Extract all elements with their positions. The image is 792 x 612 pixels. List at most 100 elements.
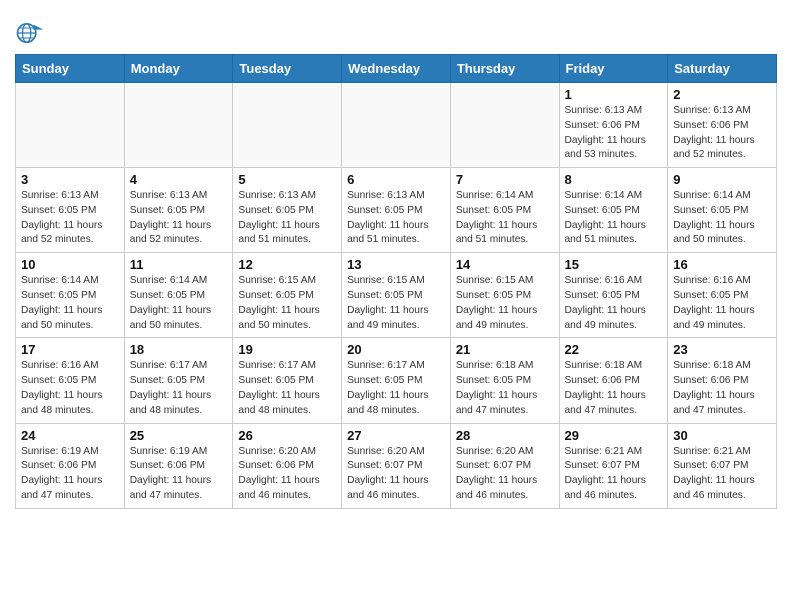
page: SundayMondayTuesdayWednesdayThursdayFrid… xyxy=(0,0,792,524)
day-info: Sunrise: 6:20 AM Sunset: 6:07 PM Dayligh… xyxy=(347,445,445,504)
day-header-thursday: Thursday xyxy=(450,55,559,83)
day-cell: 15 Sunrise: 6:16 AM Sunset: 6:05 PM Dayli… xyxy=(559,253,668,338)
day-cell: 25 Sunrise: 6:19 AM Sunset: 6:06 PM Dayli… xyxy=(124,423,233,508)
day-info: Sunrise: 6:17 AM Sunset: 6:05 PM Dayligh… xyxy=(130,359,228,418)
week-row-5: 24Sunrise: 6:19 AM Sunset: 6:06 PM Dayli… xyxy=(16,423,777,508)
day-cell xyxy=(124,83,233,168)
day-cell: 14 Sunrise: 6:15 AM Sunset: 6:05 PM Dayli… xyxy=(450,253,559,338)
day-info: Sunrise: 6:19 AM Sunset: 6:06 PM Dayligh… xyxy=(130,445,228,504)
day-cell: 9 Sunrise: 6:14 AM Sunset: 6:05 PM Daylig… xyxy=(668,168,777,253)
day-info: Sunrise: 6:14 AM Sunset: 6:05 PM Dayligh… xyxy=(565,189,663,248)
day-cell xyxy=(233,83,342,168)
day-cell: 27Sunrise: 6:20 AM Sunset: 6:07 PM Dayli… xyxy=(342,423,451,508)
day-info: Sunrise: 6:13 AM Sunset: 6:05 PM Dayligh… xyxy=(347,189,445,248)
day-cell: 7 Sunrise: 6:14 AM Sunset: 6:05 PM Daylig… xyxy=(450,168,559,253)
day-number: 29 xyxy=(565,428,663,443)
day-number: 18 xyxy=(130,342,228,357)
day-info: Sunrise: 6:19 AM Sunset: 6:06 PM Dayligh… xyxy=(21,445,119,504)
day-number: 11 xyxy=(130,257,228,272)
day-cell: 3Sunrise: 6:13 AM Sunset: 6:05 PM Daylig… xyxy=(16,168,125,253)
day-cell: 30 Sunrise: 6:21 AM Sunset: 6:07 PM Dayli… xyxy=(668,423,777,508)
day-cell: 8 Sunrise: 6:14 AM Sunset: 6:05 PM Daylig… xyxy=(559,168,668,253)
day-cell: 11Sunrise: 6:14 AM Sunset: 6:05 PM Dayli… xyxy=(124,253,233,338)
day-info: Sunrise: 6:13 AM Sunset: 6:06 PM Dayligh… xyxy=(673,104,771,163)
week-row-3: 10 Sunrise: 6:14 AM Sunset: 6:05 PM Dayli… xyxy=(16,253,777,338)
day-info: Sunrise: 6:20 AM Sunset: 6:06 PM Dayligh… xyxy=(238,445,336,504)
day-cell xyxy=(450,83,559,168)
day-cell: 17Sunrise: 6:16 AM Sunset: 6:05 PM Dayli… xyxy=(16,338,125,423)
day-number: 14 xyxy=(456,257,554,272)
day-number: 4 xyxy=(130,172,228,187)
day-info: Sunrise: 6:15 AM Sunset: 6:05 PM Dayligh… xyxy=(238,274,336,333)
calendar-body: 1 Sunrise: 6:13 AM Sunset: 6:06 PM Daylig… xyxy=(16,83,777,509)
day-cell: 6 Sunrise: 6:13 AM Sunset: 6:05 PM Daylig… xyxy=(342,168,451,253)
logo-icon xyxy=(15,18,45,48)
day-cell: 16 Sunrise: 6:16 AM Sunset: 6:05 PM Dayli… xyxy=(668,253,777,338)
week-row-2: 3Sunrise: 6:13 AM Sunset: 6:05 PM Daylig… xyxy=(16,168,777,253)
day-info: Sunrise: 6:15 AM Sunset: 6:05 PM Dayligh… xyxy=(347,274,445,333)
day-header-friday: Friday xyxy=(559,55,668,83)
day-cell: 18 Sunrise: 6:17 AM Sunset: 6:05 PM Dayli… xyxy=(124,338,233,423)
day-number: 23 xyxy=(673,342,771,357)
day-info: Sunrise: 6:14 AM Sunset: 6:05 PM Dayligh… xyxy=(673,189,771,248)
calendar-table: SundayMondayTuesdayWednesdayThursdayFrid… xyxy=(15,54,777,509)
day-info: Sunrise: 6:13 AM Sunset: 6:05 PM Dayligh… xyxy=(130,189,228,248)
day-number: 13 xyxy=(347,257,445,272)
day-number: 10 xyxy=(21,257,119,272)
day-info: Sunrise: 6:16 AM Sunset: 6:05 PM Dayligh… xyxy=(21,359,119,418)
calendar-header: SundayMondayTuesdayWednesdayThursdayFrid… xyxy=(16,55,777,83)
day-info: Sunrise: 6:21 AM Sunset: 6:07 PM Dayligh… xyxy=(673,445,771,504)
day-info: Sunrise: 6:21 AM Sunset: 6:07 PM Dayligh… xyxy=(565,445,663,504)
day-info: Sunrise: 6:16 AM Sunset: 6:05 PM Dayligh… xyxy=(565,274,663,333)
day-cell: 28Sunrise: 6:20 AM Sunset: 6:07 PM Dayli… xyxy=(450,423,559,508)
day-number: 2 xyxy=(673,87,771,102)
day-number: 22 xyxy=(565,342,663,357)
day-header-tuesday: Tuesday xyxy=(233,55,342,83)
day-number: 25 xyxy=(130,428,228,443)
day-info: Sunrise: 6:13 AM Sunset: 6:06 PM Dayligh… xyxy=(565,104,663,163)
day-number: 19 xyxy=(238,342,336,357)
day-cell xyxy=(342,83,451,168)
day-cell: 5 Sunrise: 6:13 AM Sunset: 6:05 PM Daylig… xyxy=(233,168,342,253)
day-cell: 26 Sunrise: 6:20 AM Sunset: 6:06 PM Dayli… xyxy=(233,423,342,508)
day-number: 8 xyxy=(565,172,663,187)
day-number: 16 xyxy=(673,257,771,272)
day-cell: 13 Sunrise: 6:15 AM Sunset: 6:05 PM Dayli… xyxy=(342,253,451,338)
day-cell: 21Sunrise: 6:18 AM Sunset: 6:05 PM Dayli… xyxy=(450,338,559,423)
day-cell: 29 Sunrise: 6:21 AM Sunset: 6:07 PM Dayli… xyxy=(559,423,668,508)
day-number: 7 xyxy=(456,172,554,187)
week-row-4: 17Sunrise: 6:16 AM Sunset: 6:05 PM Dayli… xyxy=(16,338,777,423)
day-number: 15 xyxy=(565,257,663,272)
day-info: Sunrise: 6:13 AM Sunset: 6:05 PM Dayligh… xyxy=(238,189,336,248)
logo xyxy=(15,18,49,48)
day-header-saturday: Saturday xyxy=(668,55,777,83)
day-info: Sunrise: 6:17 AM Sunset: 6:05 PM Dayligh… xyxy=(238,359,336,418)
day-number: 9 xyxy=(673,172,771,187)
day-cell: 22Sunrise: 6:18 AM Sunset: 6:06 PM Dayli… xyxy=(559,338,668,423)
day-cell: 24Sunrise: 6:19 AM Sunset: 6:06 PM Dayli… xyxy=(16,423,125,508)
day-info: Sunrise: 6:14 AM Sunset: 6:05 PM Dayligh… xyxy=(456,189,554,248)
day-header-sunday: Sunday xyxy=(16,55,125,83)
day-number: 1 xyxy=(565,87,663,102)
day-cell: 19 Sunrise: 6:17 AM Sunset: 6:05 PM Dayli… xyxy=(233,338,342,423)
header-row: SundayMondayTuesdayWednesdayThursdayFrid… xyxy=(16,55,777,83)
week-row-1: 1 Sunrise: 6:13 AM Sunset: 6:06 PM Daylig… xyxy=(16,83,777,168)
day-number: 6 xyxy=(347,172,445,187)
day-info: Sunrise: 6:16 AM Sunset: 6:05 PM Dayligh… xyxy=(673,274,771,333)
day-cell: 4 Sunrise: 6:13 AM Sunset: 6:05 PM Daylig… xyxy=(124,168,233,253)
day-info: Sunrise: 6:14 AM Sunset: 6:05 PM Dayligh… xyxy=(21,274,119,333)
day-info: Sunrise: 6:13 AM Sunset: 6:05 PM Dayligh… xyxy=(21,189,119,248)
day-number: 30 xyxy=(673,428,771,443)
header xyxy=(15,10,777,48)
day-cell: 20Sunrise: 6:17 AM Sunset: 6:05 PM Dayli… xyxy=(342,338,451,423)
day-info: Sunrise: 6:18 AM Sunset: 6:06 PM Dayligh… xyxy=(673,359,771,418)
day-number: 26 xyxy=(238,428,336,443)
day-info: Sunrise: 6:15 AM Sunset: 6:05 PM Dayligh… xyxy=(456,274,554,333)
day-header-monday: Monday xyxy=(124,55,233,83)
day-number: 5 xyxy=(238,172,336,187)
day-cell: 2 Sunrise: 6:13 AM Sunset: 6:06 PM Daylig… xyxy=(668,83,777,168)
day-cell: 1 Sunrise: 6:13 AM Sunset: 6:06 PM Daylig… xyxy=(559,83,668,168)
day-info: Sunrise: 6:20 AM Sunset: 6:07 PM Dayligh… xyxy=(456,445,554,504)
day-number: 21 xyxy=(456,342,554,357)
day-cell: 12Sunrise: 6:15 AM Sunset: 6:05 PM Dayli… xyxy=(233,253,342,338)
